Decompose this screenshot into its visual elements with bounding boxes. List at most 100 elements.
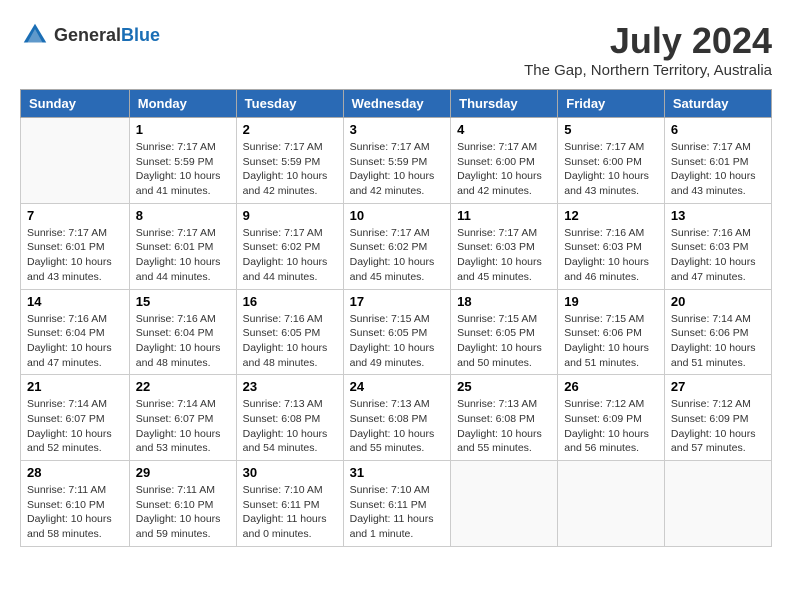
day-number: 13 [671,208,765,223]
calendar-cell: 15Sunrise: 7:16 AM Sunset: 6:04 PM Dayli… [129,289,236,375]
calendar-cell: 4 Sunrise: 7:17 AM Sunset: 6:00 PM Daylig… [451,118,558,204]
calendar-cell: 16Sunrise: 7:16 AM Sunset: 6:05 PM Dayli… [236,289,343,375]
day-info: Sunrise: 7:15 AM Sunset: 6:06 PM Dayligh… [564,312,658,371]
day-info: Sunrise: 7:17 AM Sunset: 5:59 PM Dayligh… [136,140,230,199]
calendar-cell: 25Sunrise: 7:13 AM Sunset: 6:08 PM Dayli… [451,375,558,461]
day-number: 31 [350,465,445,480]
calendar-cell: 5 Sunrise: 7:17 AM Sunset: 6:00 PM Daylig… [558,118,665,204]
day-info: Sunrise: 7:17 AM Sunset: 6:01 PM Dayligh… [27,226,123,285]
calendar-cell: 21 Sunrise: 7:14 AM Sunset: 6:07 PM Dayli… [21,375,130,461]
day-number: 12 [564,208,658,223]
day-number: 19 [564,294,658,309]
calendar-week-1: 1 Sunrise: 7:17 AM Sunset: 5:59 PM Daylig… [21,118,772,204]
calendar-cell: 11 Sunrise: 7:17 AM Sunset: 6:03 PM Dayli… [451,203,558,289]
day-info: Sunrise: 7:12 AM Sunset: 6:09 PM Dayligh… [671,397,765,456]
calendar-cell: 17 Sunrise: 7:15 AM Sunset: 6:05 PM Dayli… [343,289,451,375]
day-number: 11 [457,208,551,223]
calendar-cell: 2Sunrise: 7:17 AM Sunset: 5:59 PM Daylig… [236,118,343,204]
day-info: Sunrise: 7:10 AM Sunset: 6:11 PM Dayligh… [243,483,337,542]
calendar-cell: 8 Sunrise: 7:17 AM Sunset: 6:01 PM Daylig… [129,203,236,289]
calendar-cell: 24 Sunrise: 7:13 AM Sunset: 6:08 PM Dayli… [343,375,451,461]
calendar-cell: 29Sunrise: 7:11 AM Sunset: 6:10 PM Dayli… [129,461,236,547]
header-saturday: Saturday [664,90,771,118]
day-info: Sunrise: 7:17 AM Sunset: 6:02 PM Dayligh… [243,226,337,285]
day-info: Sunrise: 7:17 AM Sunset: 6:01 PM Dayligh… [136,226,230,285]
calendar-week-3: 14 Sunrise: 7:16 AM Sunset: 6:04 PM Dayli… [21,289,772,375]
calendar-header-row: SundayMondayTuesdayWednesdayThursdayFrid… [21,90,772,118]
day-number: 20 [671,294,765,309]
header-monday: Monday [129,90,236,118]
day-info: Sunrise: 7:17 AM Sunset: 6:01 PM Dayligh… [671,140,765,199]
calendar-week-4: 21 Sunrise: 7:14 AM Sunset: 6:07 PM Dayli… [21,375,772,461]
day-info: Sunrise: 7:17 AM Sunset: 6:02 PM Dayligh… [350,226,445,285]
day-info: Sunrise: 7:17 AM Sunset: 6:00 PM Dayligh… [564,140,658,199]
day-info: Sunrise: 7:16 AM Sunset: 6:04 PM Dayligh… [136,312,230,371]
logo-text: GeneralBlue [54,25,160,46]
day-info: Sunrise: 7:14 AM Sunset: 6:07 PM Dayligh… [27,397,123,456]
day-info: Sunrise: 7:17 AM Sunset: 5:59 PM Dayligh… [350,140,445,199]
calendar-cell: 30Sunrise: 7:10 AM Sunset: 6:11 PM Dayli… [236,461,343,547]
calendar-cell: 22Sunrise: 7:14 AM Sunset: 6:07 PM Dayli… [129,375,236,461]
calendar-cell: 3 Sunrise: 7:17 AM Sunset: 5:59 PM Daylig… [343,118,451,204]
day-info: Sunrise: 7:13 AM Sunset: 6:08 PM Dayligh… [350,397,445,456]
calendar-cell: 23Sunrise: 7:13 AM Sunset: 6:08 PM Dayli… [236,375,343,461]
day-number: 5 [564,122,658,137]
day-number: 21 [27,379,123,394]
calendar-cell: 12 Sunrise: 7:16 AM Sunset: 6:03 PM Dayli… [558,203,665,289]
calendar-table: SundayMondayTuesdayWednesdayThursdayFrid… [20,89,772,547]
day-number: 14 [27,294,123,309]
logo-icon [20,20,50,50]
day-info: Sunrise: 7:13 AM Sunset: 6:08 PM Dayligh… [457,397,551,456]
day-number: 9 [243,208,337,223]
calendar-week-2: 7Sunrise: 7:17 AM Sunset: 6:01 PM Daylig… [21,203,772,289]
day-number: 27 [671,379,765,394]
calendar-cell: 20 Sunrise: 7:14 AM Sunset: 6:06 PM Dayli… [664,289,771,375]
day-number: 3 [350,122,445,137]
day-info: Sunrise: 7:11 AM Sunset: 6:10 PM Dayligh… [27,483,123,542]
day-number: 24 [350,379,445,394]
calendar-cell: 18Sunrise: 7:15 AM Sunset: 6:05 PM Dayli… [451,289,558,375]
day-info: Sunrise: 7:16 AM Sunset: 6:03 PM Dayligh… [671,226,765,285]
day-number: 10 [350,208,445,223]
calendar-cell: 10 Sunrise: 7:17 AM Sunset: 6:02 PM Dayli… [343,203,451,289]
header-thursday: Thursday [451,90,558,118]
day-info: Sunrise: 7:15 AM Sunset: 6:05 PM Dayligh… [350,312,445,371]
header-tuesday: Tuesday [236,90,343,118]
day-info: Sunrise: 7:14 AM Sunset: 6:06 PM Dayligh… [671,312,765,371]
day-number: 8 [136,208,230,223]
page-header: GeneralBlue July 2024 The Gap, Northern … [20,20,772,79]
header-sunday: Sunday [21,90,130,118]
day-info: Sunrise: 7:10 AM Sunset: 6:11 PM Dayligh… [350,483,445,542]
calendar-cell: 31 Sunrise: 7:10 AM Sunset: 6:11 PM Dayli… [343,461,451,547]
location-subtitle: The Gap, Northern Territory, Australia [524,62,772,79]
logo: GeneralBlue [20,20,160,50]
day-number: 22 [136,379,230,394]
day-number: 26 [564,379,658,394]
day-number: 28 [27,465,123,480]
calendar-cell [21,118,130,204]
day-info: Sunrise: 7:12 AM Sunset: 6:09 PM Dayligh… [564,397,658,456]
calendar-cell: 27 Sunrise: 7:12 AM Sunset: 6:09 PM Dayli… [664,375,771,461]
calendar-cell: 14 Sunrise: 7:16 AM Sunset: 6:04 PM Dayli… [21,289,130,375]
day-info: Sunrise: 7:16 AM Sunset: 6:05 PM Dayligh… [243,312,337,371]
logo-general: General [54,25,121,45]
day-info: Sunrise: 7:16 AM Sunset: 6:03 PM Dayligh… [564,226,658,285]
title-block: July 2024 The Gap, Northern Territory, A… [524,20,772,79]
header-friday: Friday [558,90,665,118]
day-number: 23 [243,379,337,394]
calendar-cell: 19 Sunrise: 7:15 AM Sunset: 6:06 PM Dayli… [558,289,665,375]
day-number: 1 [136,122,230,137]
day-info: Sunrise: 7:17 AM Sunset: 6:03 PM Dayligh… [457,226,551,285]
day-number: 2 [243,122,337,137]
day-number: 4 [457,122,551,137]
header-wednesday: Wednesday [343,90,451,118]
calendar-cell [558,461,665,547]
calendar-cell: 1 Sunrise: 7:17 AM Sunset: 5:59 PM Daylig… [129,118,236,204]
calendar-cell: 28 Sunrise: 7:11 AM Sunset: 6:10 PM Dayli… [21,461,130,547]
day-info: Sunrise: 7:15 AM Sunset: 6:05 PM Dayligh… [457,312,551,371]
calendar-cell: 7Sunrise: 7:17 AM Sunset: 6:01 PM Daylig… [21,203,130,289]
day-info: Sunrise: 7:16 AM Sunset: 6:04 PM Dayligh… [27,312,123,371]
day-number: 17 [350,294,445,309]
day-info: Sunrise: 7:17 AM Sunset: 6:00 PM Dayligh… [457,140,551,199]
calendar-cell [451,461,558,547]
